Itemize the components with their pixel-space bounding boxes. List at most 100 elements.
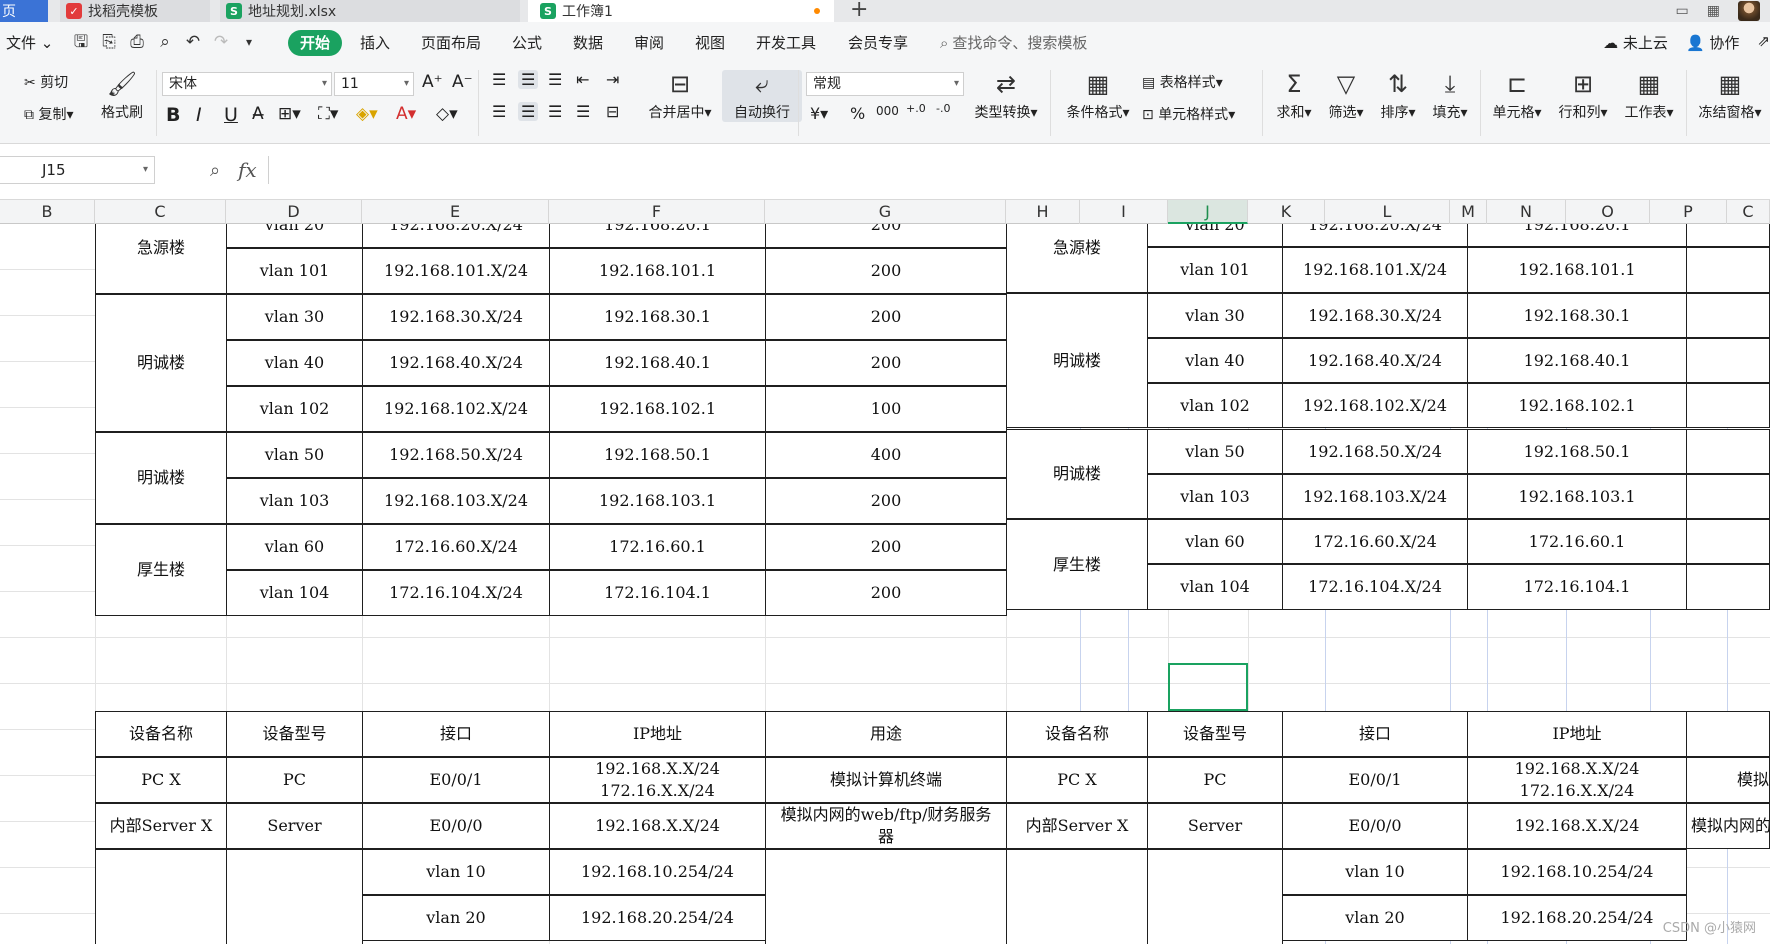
device-iface-cell-right[interactable]: vlan 20 (1282, 895, 1468, 941)
gateway-cell-right[interactable]: 192.168.103.1 (1467, 473, 1687, 520)
building-cell-right[interactable]: 急源楼 (1006, 224, 1148, 293)
device-use-cell-right[interactable]: 模拟 (1686, 757, 1770, 803)
border-icon[interactable]: ⊞▾ (278, 104, 301, 124)
fill-color-icon[interactable]: ◈▾ (356, 104, 378, 124)
formula-input[interactable] (268, 156, 1768, 184)
save-icon[interactable]: 🖫 (72, 33, 90, 51)
vlan-cell[interactable]: vlan 101 (226, 248, 363, 294)
vlan-cell-right[interactable]: vlan 20 (1147, 224, 1283, 248)
gateway-cell[interactable]: 192.168.101.1 (549, 248, 766, 294)
sum-button[interactable]: Σ 求和▾ (1270, 70, 1318, 122)
device-ip-cell-right[interactable]: 192.168.10.254/24 (1467, 849, 1687, 895)
device-name-cell[interactable] (95, 849, 227, 944)
device-use-cell[interactable]: 模拟计算机终端 (765, 757, 1007, 803)
column-header-b[interactable]: B (0, 200, 95, 224)
undo-icon[interactable]: ↶ (184, 33, 202, 51)
device-header-cell-right[interactable]: IP地址 (1467, 711, 1687, 757)
zoom-icon[interactable]: ⌕ (210, 160, 220, 181)
blank-cell-right[interactable] (1686, 292, 1770, 338)
gateway-cell-right[interactable]: 192.168.40.1 (1467, 337, 1687, 384)
clear-icon[interactable]: ◇▾ (436, 104, 458, 124)
vlan-cell-right[interactable]: vlan 101 (1147, 247, 1283, 293)
indent-icon[interactable]: ⇥ (606, 70, 619, 89)
cell-style-button[interactable]: ⊡ 单元格样式▾ (1142, 104, 1235, 124)
column-header-o[interactable]: O (1566, 200, 1650, 224)
blank-cell-right[interactable] (1686, 247, 1770, 293)
align-middle-icon[interactable]: ☰ (518, 70, 539, 89)
device-header-cell[interactable]: IP地址 (549, 711, 766, 757)
device-name-cell[interactable]: PC X (95, 757, 227, 803)
menu-developer[interactable]: 开发工具 (756, 32, 816, 53)
blank-cell-right[interactable] (1686, 383, 1770, 429)
building-cell-right[interactable]: 明诚楼 (1006, 428, 1148, 520)
currency-icon[interactable]: ¥▾ (810, 104, 828, 123)
count-cell[interactable]: 200 (765, 248, 1007, 294)
align-top-icon[interactable]: ☰ (492, 70, 506, 89)
column-header-k[interactable]: K (1248, 200, 1325, 224)
subnet-cell[interactable]: 192.168.50.X/24 (362, 432, 550, 478)
device-header-cell[interactable]: 接口 (362, 711, 550, 757)
device-ip-cell[interactable]: 192.168.20.254/24 (549, 895, 766, 941)
count-cell[interactable]: 200 (765, 224, 1007, 248)
vlan-cell[interactable]: vlan 30 (226, 294, 363, 340)
menu-formula[interactable]: 公式 (512, 32, 542, 53)
device-header-cell[interactable]: 设备型号 (226, 711, 363, 757)
fill-pattern-icon[interactable]: ⛶▾ (318, 104, 338, 124)
filter-button[interactable]: ▽ 筛选▾ (1322, 70, 1370, 122)
blank-cell-right[interactable] (1686, 473, 1770, 520)
subnet-cell[interactable]: 192.168.40.X/24 (362, 340, 550, 386)
vlan-cell-right[interactable]: vlan 102 (1147, 383, 1283, 429)
column-header-g[interactable]: G (765, 200, 1006, 224)
device-ip-cell-right[interactable]: 192.168.X.X/24 172.16.X.X/24 (1467, 757, 1687, 803)
device-name-cell[interactable]: 内部Server X (95, 803, 227, 849)
justify-icon[interactable]: ☰ (576, 102, 590, 121)
subnet-cell-right[interactable]: 172.16.104.X/24 (1282, 564, 1468, 610)
column-header-f[interactable]: F (549, 200, 765, 224)
cut-button[interactable]: ✂ 剪切 (24, 72, 68, 92)
table-style-button[interactable]: ▤ 表格样式▾ (1142, 72, 1223, 92)
vlan-cell[interactable]: vlan 50 (226, 432, 363, 478)
command-search[interactable]: ⌕ 查找命令、搜索模板 (940, 32, 1087, 53)
gateway-cell[interactable]: 192.168.40.1 (549, 340, 766, 386)
count-cell[interactable]: 100 (765, 386, 1007, 432)
subnet-cell[interactable]: 192.168.30.X/24 (362, 294, 550, 340)
column-header-m[interactable]: M (1450, 200, 1487, 224)
device-ip-cell[interactable]: 192.168.10.254/24 (549, 849, 766, 895)
subnet-cell[interactable]: 172.16.60.X/24 (362, 524, 550, 570)
bold-icon[interactable]: B (166, 104, 180, 126)
device-header-cell-right[interactable]: 接口 (1282, 711, 1468, 757)
column-header-i[interactable]: I (1080, 200, 1168, 224)
new-tab-button[interactable]: + (850, 0, 868, 22)
vlan-cell-right[interactable]: vlan 40 (1147, 337, 1283, 384)
device-header-cell-right[interactable]: 设备名称 (1006, 711, 1148, 757)
subnet-cell-right[interactable]: 192.168.20.X/24 (1282, 224, 1468, 248)
building-cell[interactable]: 明诚楼 (95, 294, 227, 432)
device-ip-cell[interactable]: 192.168.X.X/24 172.16.X.X/24 (549, 757, 766, 803)
device-model-cell[interactable]: Server (226, 803, 363, 849)
vlan-cell[interactable]: vlan 103 (226, 478, 363, 524)
gateway-cell[interactable]: 192.168.103.1 (549, 478, 766, 524)
device-use-cell-right[interactable]: 模拟内网的 (1686, 803, 1770, 849)
device-iface-cell[interactable]: vlan 10 (362, 849, 550, 895)
thousands-icon[interactable]: 000 (876, 104, 899, 118)
sort-button[interactable]: ⇅ 排序▾ (1374, 70, 1422, 122)
gateway-cell[interactable]: 192.168.30.1 (549, 294, 766, 340)
device-header-cell[interactable]: 用途 (765, 711, 1007, 757)
increase-font-icon[interactable]: A⁺ (422, 72, 443, 92)
menu-data[interactable]: 数据 (573, 32, 603, 53)
redo-icon[interactable]: ↷ (212, 33, 230, 51)
subnet-cell[interactable]: 172.16.104.X/24 (362, 570, 550, 616)
gateway-cell-right[interactable]: 172.16.104.1 (1467, 564, 1687, 610)
auto-wrap-button[interactable]: ⤶ 自动换行 (722, 70, 802, 122)
selected-cell[interactable] (1168, 663, 1248, 711)
subnet-cell-right[interactable]: 192.168.102.X/24 (1282, 383, 1468, 429)
distribute-icon[interactable]: ⊟ (606, 102, 619, 121)
building-cell[interactable]: 急源楼 (95, 224, 227, 294)
font-family-select[interactable]: 宋体 ▾ (162, 72, 332, 96)
align-bottom-icon[interactable]: ☰ (548, 70, 562, 89)
menu-view[interactable]: 视图 (695, 32, 725, 53)
vlan-cell-right[interactable]: vlan 103 (1147, 473, 1283, 520)
tab-template[interactable]: ✓ 找稻壳模板 (60, 0, 210, 22)
device-ip-cell-right[interactable]: 192.168.X.X/24 (1467, 803, 1687, 849)
freeze-panes-button[interactable]: ▦ 冻结窗格▾ (1692, 70, 1768, 122)
